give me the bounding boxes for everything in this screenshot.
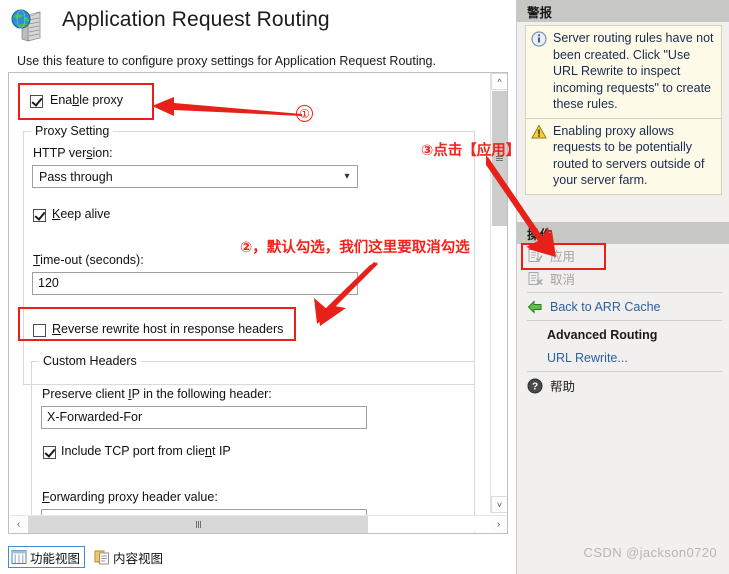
content-view-icon — [94, 549, 110, 565]
actions-divider-3 — [527, 371, 722, 372]
green-back-arrow-icon — [527, 299, 543, 315]
tab-feature-view-label: 功能视图 — [30, 548, 80, 567]
page-title: Application Request Routing — [62, 8, 330, 32]
enable-proxy-checkbox[interactable] — [30, 95, 43, 108]
actions-divider-1 — [527, 292, 722, 293]
horizontal-scroll-thumb[interactable] — [28, 516, 368, 533]
vertical-scroll-thumb[interactable] — [492, 91, 507, 226]
alert-info-item: Server routing rules have not been creat… — [525, 25, 722, 119]
actions-divider-2 — [527, 320, 722, 321]
actions-list: 应用 取消 Back to ARR Cache — [517, 244, 729, 397]
action-apply[interactable]: 应用 — [517, 244, 729, 267]
settings-form: Enable proxy Proxy Setting HTTP version:… — [9, 73, 487, 514]
actions-panel-header: 操作 — [517, 222, 729, 244]
enable-proxy-label: Enable proxy — [50, 93, 123, 107]
view-tab-bar: 功能视图 内容视图 — [0, 540, 516, 574]
apply-icon — [527, 248, 543, 264]
include-tcp-port-checkbox[interactable] — [43, 446, 56, 459]
timeout-input[interactable]: 120 — [32, 272, 358, 295]
reverse-rewrite-checkbox[interactable] — [33, 324, 46, 337]
hscroll-grip-icon — [196, 521, 201, 528]
alerts-list: Server routing rules have not been creat… — [525, 25, 722, 195]
scroll-right-button[interactable]: › — [490, 516, 507, 533]
preserve-client-ip-label: Preserve client IP in the following head… — [42, 387, 272, 401]
http-version-value: Pass through — [33, 170, 337, 184]
alert-info-text: Server routing rules have not been creat… — [553, 31, 714, 111]
app-window: Application Request Routing Use this fea… — [0, 0, 729, 574]
warning-icon — [531, 124, 547, 140]
chevron-down-icon[interactable]: ▾ — [337, 171, 357, 182]
action-cancel-label: 取消 — [550, 269, 575, 288]
preserve-client-ip-input[interactable]: X-Forwarded-For — [41, 406, 367, 429]
action-back-to-arr-cache[interactable]: Back to ARR Cache — [517, 295, 729, 318]
http-version-select[interactable]: Pass through ▾ — [32, 165, 358, 188]
action-help[interactable]: ? 帮助 — [517, 374, 729, 397]
horizontal-scrollbar[interactable]: ‹ › — [10, 515, 507, 532]
svg-text:?: ? — [532, 381, 538, 392]
watermark-text: CSDN @jackson0720 — [584, 545, 717, 560]
settings-scroll-area: Enable proxy Proxy Setting HTTP version:… — [8, 72, 508, 534]
action-help-label: 帮助 — [550, 376, 575, 395]
keep-alive-label: Keep alive — [52, 207, 110, 221]
include-tcp-port-label: Include TCP port from client IP — [61, 444, 231, 458]
right-side-panel: 警报 Server routing rules have not been cr… — [516, 0, 729, 574]
scroll-up-button[interactable]: ^ — [491, 73, 508, 90]
cancel-icon — [527, 271, 543, 287]
action-url-rewrite[interactable]: URL Rewrite... — [517, 346, 729, 369]
feature-view-icon — [11, 549, 27, 565]
scroll-down-button[interactable]: ˅ — [491, 496, 508, 513]
vertical-scrollbar[interactable]: ^ ˅ — [490, 73, 507, 513]
tab-content-view[interactable]: 内容视图 — [92, 546, 167, 568]
tab-feature-view[interactable]: 功能视图 — [8, 546, 85, 568]
action-back-to-arr-cache-label: Back to ARR Cache — [550, 300, 660, 314]
scroll-grip-icon — [496, 156, 503, 161]
reverse-rewrite-label: Reverse rewrite host in response headers — [52, 322, 283, 336]
info-icon — [531, 31, 547, 47]
arr-server-globe-icon — [10, 9, 52, 43]
tab-content-view-label: 内容视图 — [113, 548, 163, 567]
http-version-label: HTTP version: — [33, 146, 113, 160]
action-advanced-routing-heading: Advanced Routing — [517, 323, 729, 346]
timeout-label: Time-out (seconds): — [33, 253, 144, 267]
action-cancel[interactable]: 取消 — [517, 267, 729, 290]
action-url-rewrite-label: URL Rewrite... — [547, 351, 628, 365]
custom-headers-group-title: Custom Headers — [39, 354, 141, 368]
page-header: Application Request Routing — [0, 0, 516, 46]
alerts-panel-header: 警报 — [517, 0, 729, 22]
main-content-pane: Application Request Routing Use this fea… — [0, 0, 516, 574]
action-advanced-routing-label: Advanced Routing — [547, 328, 657, 342]
forwarding-proxy-header-label: Forwarding proxy header value: — [42, 490, 218, 504]
help-icon: ? — [527, 378, 543, 394]
page-description: Use this feature to configure proxy sett… — [17, 54, 436, 68]
scroll-left-button[interactable]: ‹ — [10, 516, 27, 533]
action-apply-label: 应用 — [550, 246, 575, 265]
keep-alive-checkbox[interactable] — [33, 209, 46, 222]
proxy-setting-group-title: Proxy Setting — [31, 124, 113, 138]
alert-warning-item: Enabling proxy allows requests to be pot… — [525, 119, 722, 195]
alert-warning-text: Enabling proxy allows requests to be pot… — [553, 124, 704, 188]
